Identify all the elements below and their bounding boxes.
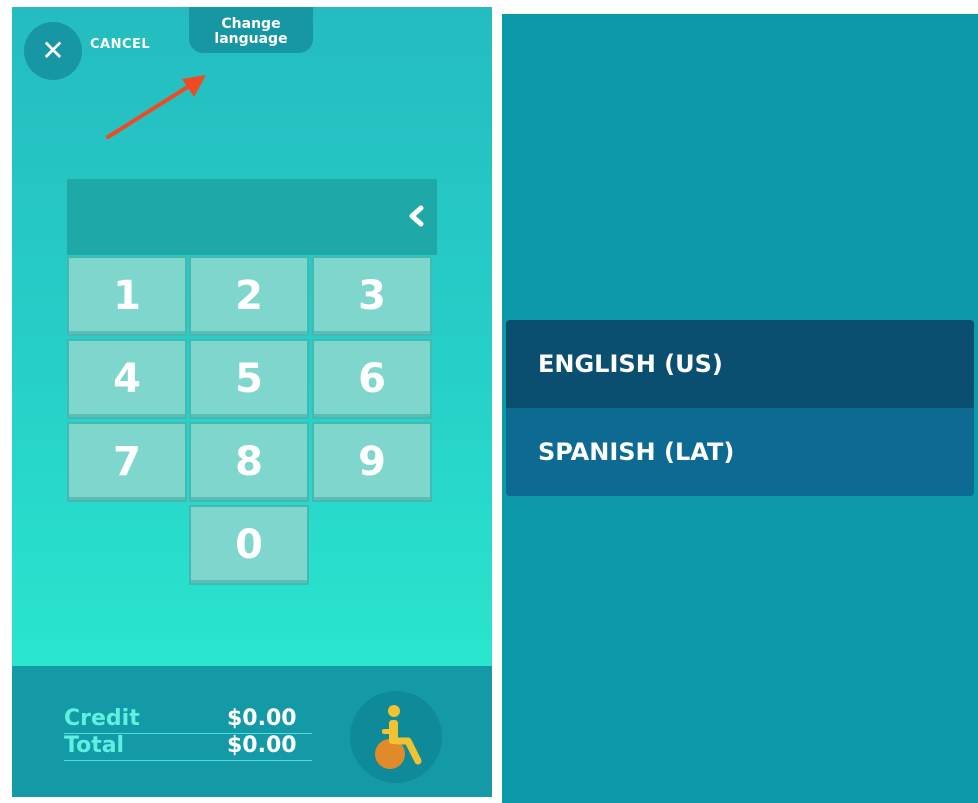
language-menu: ENGLISH (US) SPANISH (LAT) [506, 320, 974, 496]
key-4[interactable]: 4 [67, 339, 187, 419]
language-option-spanish[interactable]: SPANISH (LAT) [506, 408, 974, 496]
key-3[interactable]: 3 [312, 256, 432, 336]
payment-footer: Credit $0.00 Total $0.00 [12, 666, 492, 797]
language-option-english[interactable]: ENGLISH (US) [506, 320, 974, 408]
credit-value: $0.00 [227, 706, 297, 731]
language-option-label: ENGLISH (US) [538, 350, 723, 378]
divider [64, 760, 312, 761]
annotation-arrow-icon [106, 75, 206, 139]
key-5[interactable]: 5 [189, 339, 309, 419]
total-label: Total [64, 733, 125, 758]
close-icon: ✕ [41, 34, 65, 67]
key-7[interactable]: 7 [67, 422, 187, 502]
language-screen: ENGLISH (US) SPANISH (LAT) [502, 14, 978, 803]
keypad-screen: ✕ CANCEL Change language 1 2 3 4 5 6 7 8… [12, 7, 492, 797]
cancel-button[interactable]: ✕ [24, 22, 82, 80]
cancel-label[interactable]: CANCEL [90, 37, 150, 52]
backspace-button[interactable] [403, 203, 429, 229]
key-1[interactable]: 1 [67, 256, 187, 336]
total-value: $0.00 [227, 733, 297, 758]
key-9[interactable]: 9 [312, 422, 432, 502]
wheelchair-icon [375, 705, 422, 769]
pin-display-field [67, 179, 437, 255]
language-option-label: SPANISH (LAT) [538, 438, 735, 466]
key-2[interactable]: 2 [189, 256, 309, 336]
chevron-left-icon [409, 205, 424, 227]
key-6[interactable]: 6 [312, 339, 432, 419]
key-8[interactable]: 8 [189, 422, 309, 502]
accessibility-button[interactable] [350, 691, 442, 783]
credit-label: Credit [64, 706, 140, 731]
change-language-button[interactable]: Change language [189, 7, 313, 53]
key-0[interactable]: 0 [189, 505, 309, 585]
